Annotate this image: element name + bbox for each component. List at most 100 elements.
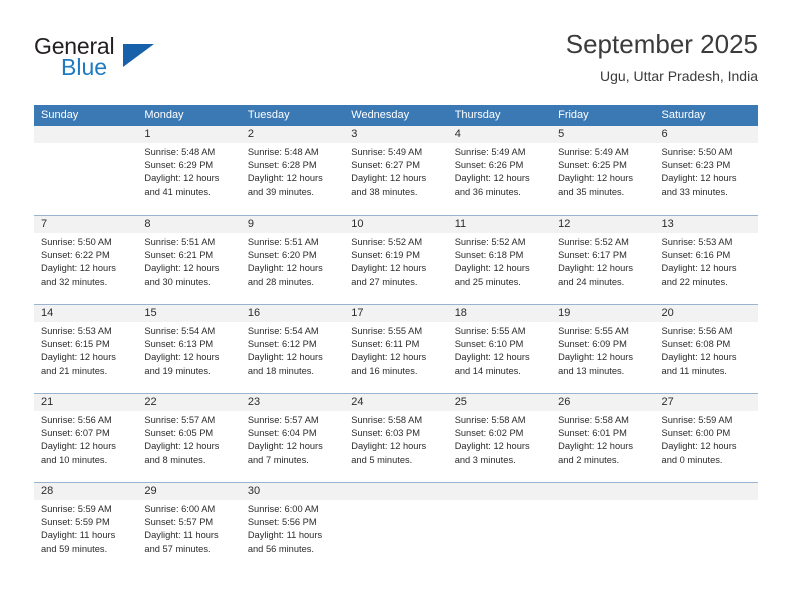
calendar-day-cell[interactable]: 9 Sunrise: 5:51 AM Sunset: 6:20 PM Daylight… — [240, 216, 345, 304]
day-number: 29 — [137, 483, 241, 500]
calendar-day-cell[interactable]: 21 Sunrise: 5:56 AM Sunset: 6:07 PM Dayligh… — [34, 394, 138, 482]
day-sunset-text: Sunset: 6:17 PM — [558, 250, 627, 261]
calendar-day-cell[interactable]: 11 Sunrise: 5:52 AM Sunset: 6:18 PM Dayligh… — [447, 216, 552, 304]
day-daylight-line1-text: Daylight: 12 hours — [247, 173, 323, 184]
day-details: Sunrise: 5:53 AM Sunset: 6:16 PM Daylight:… — [655, 233, 758, 289]
day-sunrise-text: Sunrise: 5:54 AM — [144, 326, 216, 336]
calendar-day-cell[interactable]: 19 Sunrise: 5:55 AM Sunset: 6:09 PM Dayligh… — [551, 305, 655, 393]
calendar-day-cell[interactable]: 2 Sunrise: 5:48 AM Sunset: 6:28 PM Daylight… — [240, 126, 345, 215]
calendar-day-cell[interactable]: 5 Sunrise: 5:49 AM Sunset: 6:25 PM Daylight… — [551, 126, 655, 215]
weekday-header-friday: Friday — [558, 109, 589, 121]
day-number: 5 — [551, 126, 655, 143]
day-sunset-text: Sunset: 6:20 PM — [247, 250, 317, 261]
day-details: Sunrise: 5:56 AM Sunset: 6:07 PM Daylight:… — [34, 411, 137, 467]
day-number: 2 — [240, 126, 345, 143]
calendar-day-cell[interactable]: 7 Sunrise: 5:50 AM Sunset: 6:22 PM Daylight… — [34, 216, 138, 304]
calendar-day-cell[interactable]: 16 Sunrise: 5:54 AM Sunset: 6:12 PM Dayligh… — [240, 305, 345, 393]
day-number: 24 — [344, 394, 448, 411]
day-details: Sunrise: 5:49 AM Sunset: 6:26 PM Daylight:… — [448, 143, 551, 199]
day-daylight-line1-text: Daylight: 12 hours — [41, 263, 116, 274]
day-daylight-line2-text: and 59 minutes. — [41, 543, 108, 554]
day-sunrise-text: Sunrise: 5:59 AM — [41, 504, 112, 514]
calendar-day-cell[interactable]: 25 Sunrise: 5:58 AM Sunset: 6:02 PM Dayligh… — [447, 394, 552, 482]
triangle-icon — [123, 44, 154, 67]
calendar-day-cell[interactable]: 1 Sunrise: 5:48 AM Sunset: 6:29 PM Daylight… — [137, 126, 241, 215]
day-daylight-line1-text: Daylight: 12 hours — [144, 173, 220, 184]
day-daylight-line1-text: Daylight: 12 hours — [247, 352, 323, 363]
day-daylight-line2-text: and 10 minutes. — [41, 454, 108, 465]
day-number — [551, 483, 655, 500]
calendar-day-cell[interactable]: 30 Sunrise: 6:00 AM Sunset: 5:56 PM Dayligh… — [240, 483, 345, 571]
day-details: Sunrise: 5:54 AM Sunset: 6:12 PM Daylight:… — [241, 322, 344, 378]
day-daylight-line2-text: and 0 minutes. — [661, 454, 723, 465]
day-daylight-line1-text: Daylight: 12 hours — [661, 441, 737, 452]
calendar-day-cell[interactable]: 23 Sunrise: 5:57 AM Sunset: 6:04 PM Dayligh… — [240, 394, 345, 482]
calendar-day-cell[interactable]: 4 Sunrise: 5:49 AM Sunset: 6:26 PM Daylight… — [447, 126, 552, 215]
day-sunset-text: Sunset: 6:10 PM — [454, 339, 524, 350]
calendar-day-cell[interactable]: 8 Sunrise: 5:51 AM Sunset: 6:21 PM Daylight… — [137, 216, 241, 304]
day-details: Sunrise: 5:48 AM Sunset: 6:28 PM Daylight:… — [241, 143, 344, 199]
calendar-day-cell[interactable]: 17 Sunrise: 5:55 AM Sunset: 6:11 PM Dayligh… — [344, 305, 448, 393]
day-details: Sunrise: 5:59 AM Sunset: 5:59 PM Daylight:… — [34, 500, 137, 556]
calendar-day-cell[interactable]: 6 Sunrise: 5:50 AM Sunset: 6:23 PM Daylight… — [654, 126, 758, 215]
weekday-header-monday: Monday — [144, 109, 184, 121]
location-subtitle: Ugu, Uttar Pradesh, India — [600, 68, 758, 84]
calendar-day-cell[interactable]: 13 Sunrise: 5:53 AM Sunset: 6:16 PM Dayligh… — [654, 216, 758, 304]
day-number: 17 — [344, 305, 448, 322]
day-sunrise-text: Sunrise: 6:00 AM — [144, 504, 216, 514]
day-number — [344, 483, 448, 500]
day-number — [447, 483, 552, 500]
day-sunrise-text: Sunrise: 5:55 AM — [454, 326, 526, 336]
calendar-day-cell[interactable]: 22 Sunrise: 5:57 AM Sunset: 6:05 PM Dayligh… — [137, 394, 241, 482]
day-daylight-line1-text: Daylight: 12 hours — [247, 441, 323, 452]
title-block: September 2025 Ugu, Uttar Pradesh, India — [566, 28, 758, 86]
calendar-day-cell-empty — [551, 483, 655, 571]
day-details: Sunrise: 5:51 AM Sunset: 6:20 PM Daylight:… — [241, 233, 344, 289]
day-daylight-line1-text: Daylight: 12 hours — [351, 441, 427, 452]
day-daylight-line1-text: Daylight: 12 hours — [144, 441, 220, 452]
day-details: Sunrise: 5:55 AM Sunset: 6:09 PM Daylight:… — [551, 322, 654, 378]
day-sunrise-text: Sunrise: 5:58 AM — [558, 415, 629, 425]
calendar-day-cell[interactable]: 27 Sunrise: 5:59 AM Sunset: 6:00 PM Dayligh… — [654, 394, 758, 482]
calendar-day-cell-empty — [447, 483, 552, 571]
day-sunrise-text: Sunrise: 5:57 AM — [247, 415, 319, 425]
day-number: 9 — [240, 216, 345, 233]
day-sunrise-text: Sunrise: 5:56 AM — [661, 326, 733, 336]
calendar-day-cell[interactable]: 20 Sunrise: 5:56 AM Sunset: 6:08 PM Dayligh… — [654, 305, 758, 393]
day-sunset-text: Sunset: 5:56 PM — [247, 517, 317, 528]
general-blue-logo[interactable]: General Blue — [34, 33, 164, 83]
day-number — [654, 483, 758, 500]
day-details: Sunrise: 5:51 AM Sunset: 6:21 PM Daylight:… — [137, 233, 240, 289]
day-sunset-text: Sunset: 6:16 PM — [661, 250, 731, 261]
day-daylight-line1-text: Daylight: 12 hours — [454, 173, 530, 184]
calendar-day-cell[interactable]: 14 Sunrise: 5:53 AM Sunset: 6:15 PM Dayligh… — [34, 305, 138, 393]
page-header: General Blue September 2025 Ugu, Uttar P… — [0, 0, 792, 100]
day-daylight-line2-text: and 3 minutes. — [454, 454, 516, 465]
day-sunrise-text: Sunrise: 5:52 AM — [351, 237, 423, 247]
calendar-day-cell[interactable]: 15 Sunrise: 5:54 AM Sunset: 6:13 PM Dayligh… — [137, 305, 241, 393]
day-sunrise-text: Sunrise: 5:49 AM — [454, 147, 526, 157]
day-sunset-text: Sunset: 5:59 PM — [41, 517, 110, 528]
calendar-day-cell[interactable]: 18 Sunrise: 5:55 AM Sunset: 6:10 PM Dayligh… — [447, 305, 552, 393]
calendar-day-cell[interactable]: 12 Sunrise: 5:52 AM Sunset: 6:17 PM Dayligh… — [551, 216, 655, 304]
day-daylight-line2-text: and 5 minutes. — [351, 454, 413, 465]
calendar-day-cell[interactable]: 10 Sunrise: 5:52 AM Sunset: 6:19 PM Dayligh… — [344, 216, 448, 304]
calendar-day-cell[interactable]: 3 Sunrise: 5:49 AM Sunset: 6:27 PM Daylight… — [344, 126, 448, 215]
day-sunset-text: Sunset: 6:04 PM — [247, 428, 317, 439]
day-sunrise-text: Sunrise: 5:55 AM — [558, 326, 629, 336]
day-sunrise-text: Sunrise: 5:55 AM — [351, 326, 423, 336]
calendar-day-cell[interactable]: 24 Sunrise: 5:58 AM Sunset: 6:03 PM Dayligh… — [344, 394, 448, 482]
day-daylight-line1-text: Daylight: 12 hours — [661, 352, 737, 363]
day-number: 15 — [137, 305, 241, 322]
day-details: Sunrise: 5:50 AM Sunset: 6:23 PM Daylight:… — [655, 143, 758, 199]
weekday-header-sunday: Sunday — [41, 109, 79, 121]
day-daylight-line1-text: Daylight: 12 hours — [454, 352, 530, 363]
day-number: 10 — [344, 216, 448, 233]
calendar-day-cell[interactable]: 29 Sunrise: 6:00 AM Sunset: 5:57 PM Dayligh… — [137, 483, 241, 571]
calendar-day-cell[interactable]: 28 Sunrise: 5:59 AM Sunset: 5:59 PM Dayligh… — [34, 483, 138, 571]
day-sunset-text: Sunset: 6:28 PM — [247, 160, 317, 171]
calendar-day-cell[interactable]: 26 Sunrise: 5:58 AM Sunset: 6:01 PM Dayligh… — [551, 394, 655, 482]
calendar-page: General Blue September 2025 Ugu, Uttar P… — [0, 0, 792, 612]
day-number: 13 — [654, 216, 758, 233]
day-sunset-text: Sunset: 6:22 PM — [41, 250, 110, 261]
